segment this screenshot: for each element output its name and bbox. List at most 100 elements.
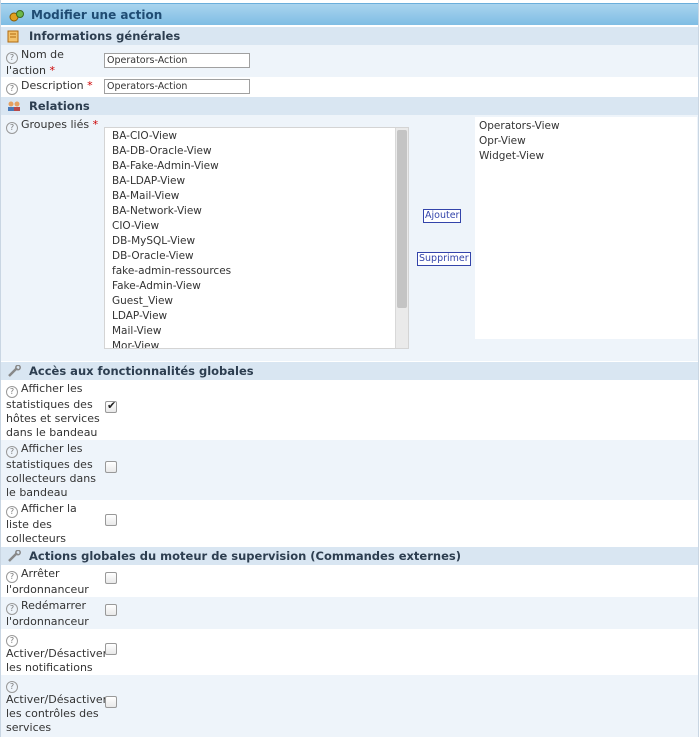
required-mark: * <box>92 118 99 131</box>
feature-label-line: Afficher les <box>21 382 83 395</box>
scrollbar[interactable] <box>395 128 408 348</box>
action-label-line: services <box>6 721 52 734</box>
list-item[interactable]: CIO-View <box>112 220 159 232</box>
feature-label: ? Afficher la liste des collecteurs <box>6 502 77 546</box>
section-global-actions: Actions globales du moteur de supervisio… <box>1 547 698 565</box>
action-checkbox[interactable] <box>105 604 117 616</box>
action-row: ? Activer/Désactiver les contrôles des serv… <box>1 675 698 737</box>
help-icon[interactable]: ? <box>6 122 18 134</box>
add-button[interactable]: Ajouter <box>423 209 462 223</box>
action-row: ? Arrêter l'ordonnanceur <box>1 565 698 597</box>
help-icon[interactable]: ? <box>6 446 18 458</box>
help-icon[interactable]: ? <box>6 571 18 583</box>
action-row: ? Redémarrer l'ordonnanceur <box>1 597 698 629</box>
feature-label-line: Afficher les <box>21 442 83 455</box>
feature-label-line: statistiques des <box>6 398 93 411</box>
name-row: ? Nom de l'action * <box>1 45 698 77</box>
feature-row: ? Afficher les statistiques des collecteurs… <box>1 440 698 500</box>
action-label-line: Arrêter <box>21 567 60 580</box>
section-global-features: Accès aux fonctionnalités globales <box>1 362 698 380</box>
feature-label-line: hôtes et services <box>6 412 100 425</box>
help-icon[interactable]: ? <box>6 52 18 64</box>
action-label-line: Redémarrer <box>21 599 87 612</box>
section-title: Actions globales du moteur de supervisio… <box>29 549 461 563</box>
feature-checkbox[interactable] <box>105 461 117 473</box>
action-label-line: l'ordonnanceur <box>6 615 89 628</box>
help-icon[interactable]: ? <box>6 635 18 647</box>
page-header: Modifier une action <box>1 3 698 25</box>
list-item[interactable]: DB-MySQL-View <box>112 235 195 247</box>
help-icon[interactable]: ? <box>6 681 18 693</box>
gears-icon <box>9 9 24 21</box>
groups-label: Groupes liés <box>21 118 90 131</box>
list-item[interactable]: fake-admin-ressources <box>112 265 231 277</box>
name-label-line2: l'action <box>6 64 46 77</box>
feature-checkbox[interactable] <box>105 514 117 526</box>
feature-label-line: collecteurs dans <box>6 472 96 485</box>
action-checkbox[interactable] <box>105 572 117 584</box>
feature-label-line: collecteurs <box>6 532 67 545</box>
action-label: ? Activer/Désactiver les notifications <box>6 631 107 675</box>
section-general: Informations générales <box>1 27 698 45</box>
list-item[interactable]: BA-Network-View <box>112 205 202 217</box>
action-label-line: l'ordonnanceur <box>6 583 89 596</box>
action-label: ? Redémarrer l'ordonnanceur <box>6 599 89 629</box>
help-icon[interactable]: ? <box>6 603 18 615</box>
action-label-line: Activer/Désactiver <box>6 647 108 660</box>
list-item[interactable]: Opr-View <box>479 135 526 147</box>
action-label-line: les notifications <box>6 661 93 674</box>
help-icon[interactable]: ? <box>6 83 18 95</box>
list-item[interactable]: BA-DB-Oracle-View <box>112 145 212 157</box>
list-item[interactable]: Fake-Admin-View <box>112 280 201 292</box>
wrench-icon <box>7 549 21 562</box>
list-item[interactable]: Mor-View <box>112 340 159 348</box>
description-input[interactable] <box>104 79 250 94</box>
feature-label: ? Afficher les statistiques des collecteurs… <box>6 442 96 500</box>
page-title: Modifier une action <box>31 7 163 22</box>
feature-row: ? Afficher la liste des collecteurs <box>1 500 698 546</box>
feature-checkbox[interactable] <box>105 399 117 413</box>
feature-label-line: liste des <box>6 518 52 531</box>
help-icon[interactable]: ? <box>6 506 18 518</box>
feature-label-line: dans le bandeau <box>6 426 98 439</box>
list-item[interactable]: BA-Mail-View <box>112 190 179 202</box>
list-item[interactable]: LDAP-View <box>112 310 167 322</box>
feature-label-line: Afficher la <box>21 502 77 515</box>
form-page: Modifier une action Informations général… <box>0 0 699 737</box>
action-label-line: Activer/Désactiver <box>6 693 108 706</box>
required-mark: * <box>87 79 93 92</box>
list-item[interactable]: Widget-View <box>479 150 544 162</box>
help-icon[interactable]: ? <box>6 386 18 398</box>
feature-label: ? Afficher les statistiques des hôtes et se… <box>6 382 100 440</box>
list-item[interactable]: BA-Fake-Admin-View <box>112 160 219 172</box>
list-item[interactable]: BA-CIO-View <box>112 130 177 142</box>
scrollbar-thumb[interactable] <box>397 130 407 308</box>
feature-label-line: le bandeau <box>6 486 68 499</box>
list-item[interactable]: Operators-View <box>479 120 560 132</box>
list-item[interactable]: DB-Oracle-View <box>112 250 194 262</box>
linked-groups-list[interactable]: Operators-View Opr-View Widget-View <box>475 117 697 339</box>
action-row: ? Activer/Désactiver les notifications <box>1 629 698 675</box>
feature-row: ? Afficher les statistiques des hôtes et se… <box>1 380 698 440</box>
action-label: ? Arrêter l'ordonnanceur <box>6 567 89 597</box>
required-mark: * <box>49 64 55 77</box>
list-item[interactable]: BA-LDAP-View <box>112 175 185 187</box>
description-row: ? Description * <box>1 77 698 96</box>
section-title: Accès aux fonctionnalités globales <box>29 364 254 378</box>
available-groups-list[interactable]: BA-CIO-View BA-DB-Oracle-View BA-Fake-Admi… <box>104 127 409 349</box>
action-label: ? Activer/Désactiver les contrôles des serv… <box>6 677 107 735</box>
name-input[interactable] <box>104 53 250 68</box>
action-checkbox[interactable] <box>105 696 117 708</box>
wrench-icon <box>7 364 21 377</box>
section-relations: Relations <box>1 97 698 115</box>
document-icon <box>7 30 21 43</box>
feature-label-line: statistiques des <box>6 458 93 471</box>
name-label-line1: Nom de <box>21 48 64 61</box>
list-item[interactable]: Mail-View <box>112 325 161 337</box>
list-item[interactable]: Guest_View <box>112 295 173 307</box>
users-icon <box>7 100 21 112</box>
remove-button[interactable]: Supprimer <box>417 252 471 266</box>
action-checkbox[interactable] <box>105 643 117 655</box>
description-label: Description <box>21 79 84 92</box>
action-label-line: les contrôles des <box>6 707 99 720</box>
